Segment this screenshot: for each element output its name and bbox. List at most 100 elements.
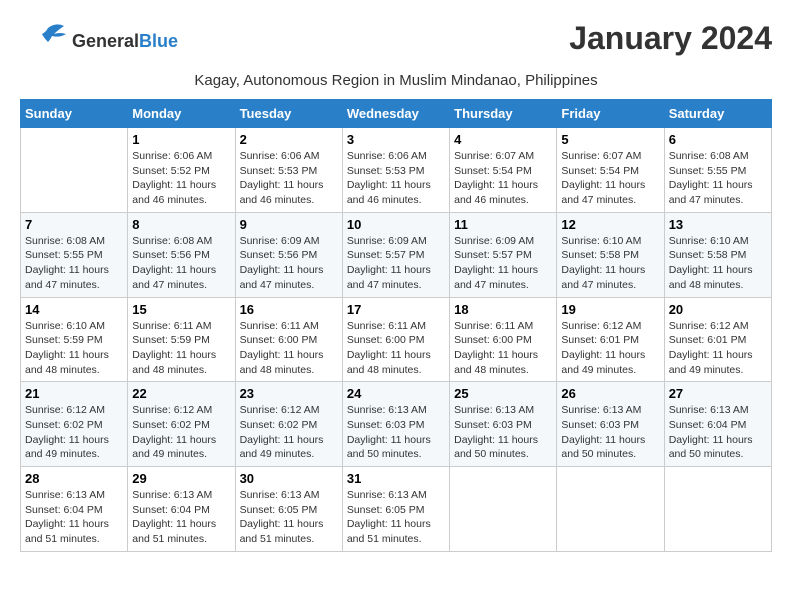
day-number: 6 <box>669 132 767 147</box>
day-info: Sunrise: 6:12 AMSunset: 6:02 PMDaylight:… <box>240 403 338 462</box>
page-header: GeneralBlue January 2024 <box>20 20 772 64</box>
day-info: Sunrise: 6:11 AMSunset: 6:00 PMDaylight:… <box>240 319 338 378</box>
calendar-cell: 9 Sunrise: 6:09 AMSunset: 5:56 PMDaylight… <box>235 212 342 297</box>
day-info: Sunrise: 6:06 AMSunset: 5:52 PMDaylight:… <box>132 149 230 208</box>
day-number: 17 <box>347 302 445 317</box>
day-info: Sunrise: 6:12 AMSunset: 6:01 PMDaylight:… <box>669 319 767 378</box>
calendar-cell: 5 Sunrise: 6:07 AMSunset: 5:54 PMDaylight… <box>557 128 664 213</box>
calendar-cell: 31 Sunrise: 6:13 AMSunset: 6:05 PMDayligh… <box>342 467 449 552</box>
day-number: 23 <box>240 386 338 401</box>
day-info: Sunrise: 6:13 AMSunset: 6:03 PMDaylight:… <box>454 403 552 462</box>
day-number: 5 <box>561 132 659 147</box>
day-info: Sunrise: 6:13 AMSunset: 6:03 PMDaylight:… <box>347 403 445 462</box>
day-number: 25 <box>454 386 552 401</box>
day-number: 2 <box>240 132 338 147</box>
calendar-cell: 22 Sunrise: 6:12 AMSunset: 6:02 PMDayligh… <box>128 382 235 467</box>
day-number: 8 <box>132 217 230 232</box>
calendar-cell: 6 Sunrise: 6:08 AMSunset: 5:55 PMDaylight… <box>664 128 771 213</box>
day-info: Sunrise: 6:12 AMSunset: 6:01 PMDaylight:… <box>561 319 659 378</box>
day-number: 3 <box>347 132 445 147</box>
day-info: Sunrise: 6:13 AMSunset: 6:05 PMDaylight:… <box>240 488 338 547</box>
calendar-cell: 11 Sunrise: 6:09 AMSunset: 5:57 PMDayligh… <box>450 212 557 297</box>
calendar-cell: 4 Sunrise: 6:07 AMSunset: 5:54 PMDaylight… <box>450 128 557 213</box>
day-info: Sunrise: 6:13 AMSunset: 6:04 PMDaylight:… <box>669 403 767 462</box>
calendar-cell: 19 Sunrise: 6:12 AMSunset: 6:01 PMDayligh… <box>557 297 664 382</box>
header-wednesday: Wednesday <box>342 100 449 128</box>
day-info: Sunrise: 6:10 AMSunset: 5:59 PMDaylight:… <box>25 319 123 378</box>
day-info: Sunrise: 6:09 AMSunset: 5:57 PMDaylight:… <box>454 234 552 293</box>
day-number: 10 <box>347 217 445 232</box>
day-number: 13 <box>669 217 767 232</box>
day-number: 31 <box>347 471 445 486</box>
day-number: 27 <box>669 386 767 401</box>
week-row-4: 28 Sunrise: 6:13 AMSunset: 6:04 PMDayligh… <box>21 467 772 552</box>
calendar-cell: 8 Sunrise: 6:08 AMSunset: 5:56 PMDaylight… <box>128 212 235 297</box>
day-number: 12 <box>561 217 659 232</box>
day-number: 16 <box>240 302 338 317</box>
calendar-subtitle: Kagay, Autonomous Region in Muslim Minda… <box>20 72 772 89</box>
day-info: Sunrise: 6:11 AMSunset: 6:00 PMDaylight:… <box>454 319 552 378</box>
day-info: Sunrise: 6:08 AMSunset: 5:55 PMDaylight:… <box>669 149 767 208</box>
day-info: Sunrise: 6:08 AMSunset: 5:56 PMDaylight:… <box>132 234 230 293</box>
day-number: 9 <box>240 217 338 232</box>
day-info: Sunrise: 6:13 AMSunset: 6:04 PMDaylight:… <box>25 488 123 547</box>
calendar-cell: 1 Sunrise: 6:06 AMSunset: 5:52 PMDaylight… <box>128 128 235 213</box>
calendar-cell: 2 Sunrise: 6:06 AMSunset: 5:53 PMDaylight… <box>235 128 342 213</box>
calendar-cell <box>664 467 771 552</box>
day-number: 1 <box>132 132 230 147</box>
day-info: Sunrise: 6:06 AMSunset: 5:53 PMDaylight:… <box>347 149 445 208</box>
calendar-cell: 20Sunrise: 6:12 AMSunset: 6:01 PMDayligh… <box>664 297 771 382</box>
calendar-cell: 7Sunrise: 6:08 AMSunset: 5:55 PMDaylight… <box>21 212 128 297</box>
header-monday: Monday <box>128 100 235 128</box>
calendar-cell: 27 Sunrise: 6:13 AMSunset: 6:04 PMDayligh… <box>664 382 771 467</box>
day-info: Sunrise: 6:13 AMSunset: 6:04 PMDaylight:… <box>132 488 230 547</box>
calendar-cell: 25 Sunrise: 6:13 AMSunset: 6:03 PMDayligh… <box>450 382 557 467</box>
calendar-header-row: SundayMondayTuesdayWednesdayThursdayFrid… <box>21 100 772 128</box>
day-number: 24 <box>347 386 445 401</box>
day-info: Sunrise: 6:12 AMSunset: 6:02 PMDaylight:… <box>132 403 230 462</box>
day-number: 4 <box>454 132 552 147</box>
day-info: Sunrise: 6:11 AMSunset: 6:00 PMDaylight:… <box>347 319 445 378</box>
day-info: Sunrise: 6:10 AMSunset: 5:58 PMDaylight:… <box>561 234 659 293</box>
calendar-cell: 28 Sunrise: 6:13 AMSunset: 6:04 PMDayligh… <box>21 467 128 552</box>
day-info: Sunrise: 6:06 AMSunset: 5:53 PMDaylight:… <box>240 149 338 208</box>
day-info: Sunrise: 6:13 AMSunset: 6:03 PMDaylight:… <box>561 403 659 462</box>
calendar-cell: 26Sunrise: 6:13 AMSunset: 6:03 PMDayligh… <box>557 382 664 467</box>
day-info: Sunrise: 6:09 AMSunset: 5:56 PMDaylight:… <box>240 234 338 293</box>
day-info: Sunrise: 6:07 AMSunset: 5:54 PMDaylight:… <box>454 149 552 208</box>
header-sunday: Sunday <box>21 100 128 128</box>
day-info: Sunrise: 6:08 AMSunset: 5:55 PMDaylight:… <box>25 234 123 293</box>
calendar-cell: 16 Sunrise: 6:11 AMSunset: 6:00 PMDayligh… <box>235 297 342 382</box>
day-number: 22 <box>132 386 230 401</box>
calendar-cell: 15 Sunrise: 6:11 AMSunset: 5:59 PMDayligh… <box>128 297 235 382</box>
day-number: 28 <box>25 471 123 486</box>
calendar-table: SundayMondayTuesdayWednesdayThursdayFrid… <box>20 99 772 552</box>
month-title: January 2024 <box>569 20 772 57</box>
header-saturday: Saturday <box>664 100 771 128</box>
calendar-cell: 18Sunrise: 6:11 AMSunset: 6:00 PMDayligh… <box>450 297 557 382</box>
header-friday: Friday <box>557 100 664 128</box>
calendar-cell: 14Sunrise: 6:10 AMSunset: 5:59 PMDayligh… <box>21 297 128 382</box>
calendar-body: 1 Sunrise: 6:06 AMSunset: 5:52 PMDaylight… <box>21 128 772 552</box>
day-number: 11 <box>454 217 552 232</box>
week-row-2: 14Sunrise: 6:10 AMSunset: 5:59 PMDayligh… <box>21 297 772 382</box>
header-thursday: Thursday <box>450 100 557 128</box>
calendar-cell: 13Sunrise: 6:10 AMSunset: 5:58 PMDayligh… <box>664 212 771 297</box>
calendar-cell: 23 Sunrise: 6:12 AMSunset: 6:02 PMDayligh… <box>235 382 342 467</box>
calendar-cell: 10 Sunrise: 6:09 AMSunset: 5:57 PMDayligh… <box>342 212 449 297</box>
week-row-3: 21Sunrise: 6:12 AMSunset: 6:02 PMDayligh… <box>21 382 772 467</box>
logo-icon <box>20 20 68 64</box>
day-number: 19 <box>561 302 659 317</box>
day-number: 29 <box>132 471 230 486</box>
day-number: 15 <box>132 302 230 317</box>
day-info: Sunrise: 6:12 AMSunset: 6:02 PMDaylight:… <box>25 403 123 462</box>
day-info: Sunrise: 6:07 AMSunset: 5:54 PMDaylight:… <box>561 149 659 208</box>
calendar-cell <box>557 467 664 552</box>
day-info: Sunrise: 6:13 AMSunset: 6:05 PMDaylight:… <box>347 488 445 547</box>
day-info: Sunrise: 6:11 AMSunset: 5:59 PMDaylight:… <box>132 319 230 378</box>
calendar-cell: 24 Sunrise: 6:13 AMSunset: 6:03 PMDayligh… <box>342 382 449 467</box>
day-info: Sunrise: 6:09 AMSunset: 5:57 PMDaylight:… <box>347 234 445 293</box>
calendar-cell: 17 Sunrise: 6:11 AMSunset: 6:00 PMDayligh… <box>342 297 449 382</box>
logo-general-text: General <box>72 31 139 51</box>
calendar-cell <box>450 467 557 552</box>
